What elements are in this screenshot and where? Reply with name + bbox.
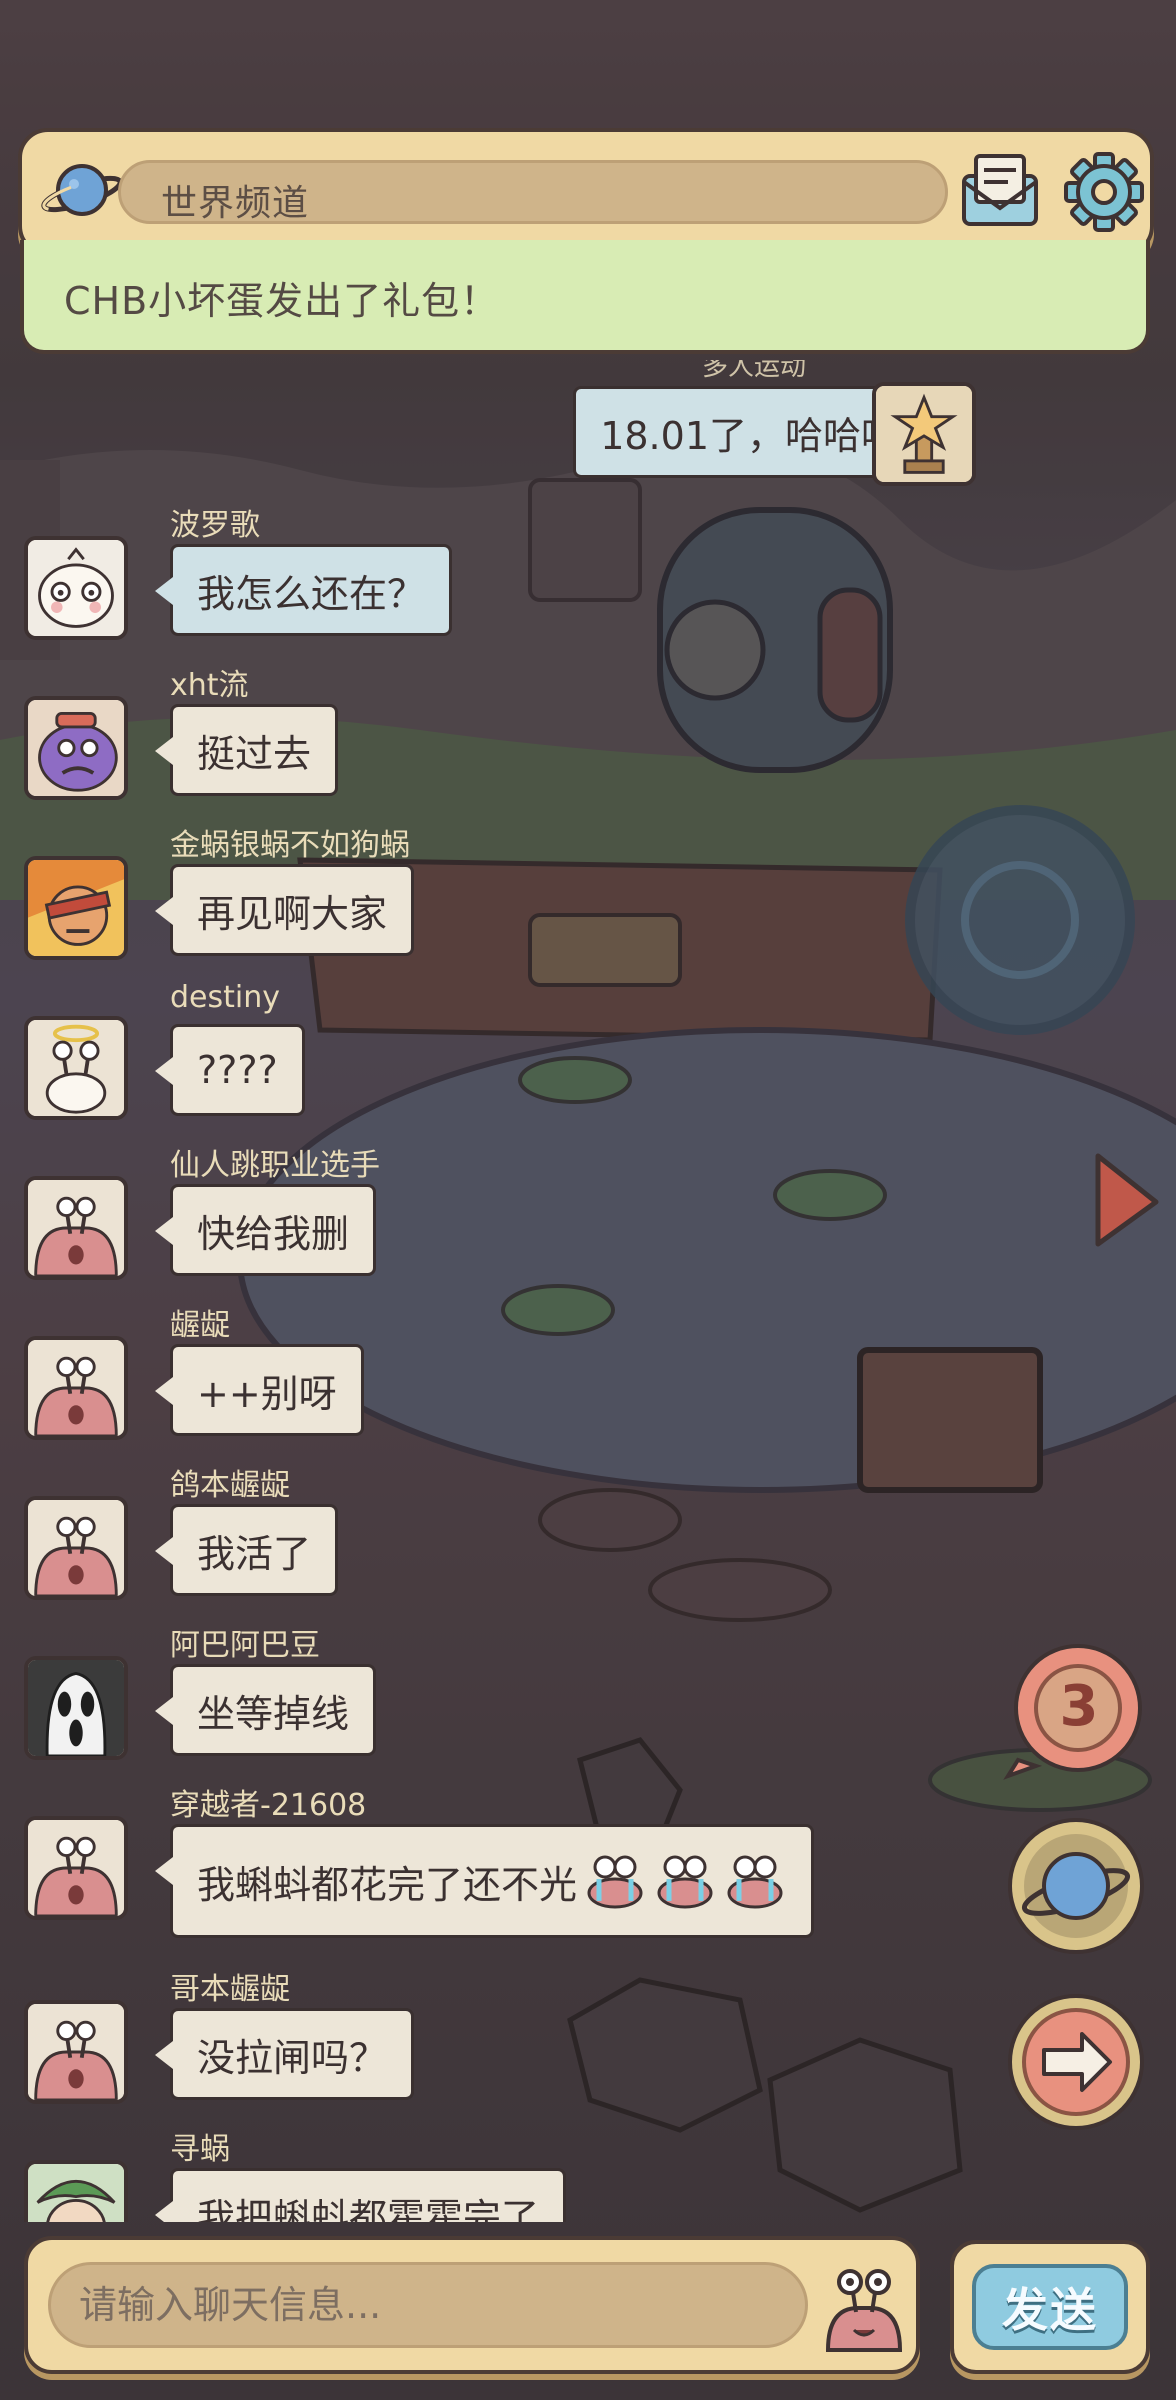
message-text: ???? bbox=[197, 1048, 278, 1092]
chat-message-row: 哥本龌龊 没拉闸吗？ bbox=[0, 1964, 1176, 2124]
message-bubble[interactable]: 没拉闸吗？ bbox=[154, 2008, 415, 2100]
sender-name: 寻蜗 bbox=[170, 2132, 230, 2167]
avatar[interactable] bbox=[24, 696, 128, 800]
sender-name: 阿巴阿巴豆 bbox=[170, 1628, 320, 1663]
chat-message-row: 金蜗银蜗不如狗蜗 再见啊大家 bbox=[0, 820, 1176, 980]
message-bubble[interactable]: 挺过去 bbox=[154, 704, 339, 796]
emoji-snail-icon[interactable] bbox=[818, 2258, 910, 2354]
message-bubble[interactable]: 我把蝌蚪都霍霍完了 bbox=[154, 2168, 567, 2223]
chat-message-row: destiny ???? bbox=[0, 980, 1176, 1140]
send-button[interactable]: 发送 bbox=[950, 2240, 1150, 2374]
crying-snail-icon bbox=[723, 1849, 787, 1913]
world-channel-button[interactable] bbox=[1004, 1814, 1148, 1958]
avatar[interactable] bbox=[872, 382, 976, 486]
planet-icon[interactable] bbox=[40, 156, 124, 226]
message-text: 挺过去 bbox=[197, 731, 312, 776]
gift-notice-text: CHB小坏蛋发出了礼包！ bbox=[64, 279, 500, 323]
channel-title: 世界频道 bbox=[161, 183, 310, 224]
avatar[interactable] bbox=[24, 856, 128, 960]
sender-name: 多人运动 bbox=[701, 360, 806, 382]
message-text: 我把蝌蚪都霍霍完了 bbox=[197, 2195, 540, 2223]
self-message-row: 多人运动 18.01了，哈哈哈 bbox=[0, 360, 1176, 500]
chat-message-row: 穿越者-21608 我蝌蚪都花完了还不光 bbox=[0, 1780, 1176, 1960]
sender-name: 波罗歌 bbox=[170, 508, 260, 543]
message-count-bubble[interactable]: 3 bbox=[1000, 1642, 1146, 1782]
chat-message-row: 波罗歌 我怎么还在？ bbox=[0, 500, 1176, 660]
message-text: 快给我删 bbox=[197, 1211, 350, 1256]
message-bubble[interactable]: ++别呀 bbox=[155, 1344, 364, 1436]
send-label: 发送 bbox=[1002, 2283, 1098, 2337]
avatar[interactable] bbox=[24, 1816, 128, 1920]
avatar[interactable] bbox=[24, 1176, 128, 1280]
message-bubble[interactable]: 我活了 bbox=[154, 1504, 339, 1596]
chat-message-row: 鸽本龌龊 我活了 bbox=[0, 1460, 1176, 1620]
message-bubble[interactable]: 我蝌蚪都花完了还不光 bbox=[154, 1824, 815, 1938]
message-text: ++别呀 bbox=[197, 1371, 337, 1416]
play-arrow-icon[interactable] bbox=[1092, 1150, 1162, 1250]
mail-icon[interactable] bbox=[960, 152, 1040, 228]
channel-header: 世界频道 bbox=[18, 128, 1154, 256]
send-button-face: 发送 bbox=[972, 2264, 1128, 2350]
message-text: 没拉闸吗？ bbox=[197, 2035, 388, 2080]
avatar[interactable] bbox=[24, 1336, 128, 1440]
gear-icon[interactable] bbox=[1062, 150, 1146, 234]
avatar[interactable] bbox=[24, 2160, 128, 2222]
message-text: 我怎么还在？ bbox=[197, 571, 426, 616]
avatar[interactable] bbox=[24, 1496, 128, 1600]
message-bubble[interactable]: ???? bbox=[155, 1024, 305, 1116]
sender-name: 龌龊 bbox=[170, 1308, 230, 1343]
message-bubble[interactable]: 再见啊大家 bbox=[154, 864, 415, 956]
message-bubble[interactable]: 坐等掉线 bbox=[154, 1664, 377, 1756]
avatar[interactable] bbox=[24, 536, 128, 640]
sender-name: destiny bbox=[170, 980, 280, 1015]
count-badge: 3 bbox=[1059, 1674, 1099, 1739]
arrow-right-button[interactable] bbox=[1004, 1990, 1148, 2134]
sender-name: 鸽本龌龊 bbox=[170, 1468, 290, 1503]
sender-name: xht流 bbox=[170, 668, 249, 703]
message-text: 我活了 bbox=[197, 1531, 312, 1576]
message-bubble[interactable]: 我怎么还在？ bbox=[154, 544, 453, 636]
gift-notice-bar[interactable]: CHB小坏蛋发出了礼包！ bbox=[20, 240, 1150, 354]
message-text: 我蝌蚪都花完了还不光 bbox=[197, 1862, 578, 1907]
message-bubble[interactable]: 快给我删 bbox=[154, 1184, 377, 1276]
avatar[interactable] bbox=[24, 1656, 128, 1760]
avatar[interactable] bbox=[24, 2000, 128, 2104]
chat-input-bar bbox=[24, 2236, 920, 2374]
chat-message-row: 龌龊 ++别呀 bbox=[0, 1300, 1176, 1460]
sender-name: 金蜗银蜗不如狗蜗 bbox=[170, 828, 410, 863]
chat-list[interactable]: 多人运动 18.01了，哈哈哈 波罗歌 我怎么还在？ xht流 挺过去 金蜗银蜗… bbox=[0, 360, 1176, 2222]
sender-name: 哥本龌龊 bbox=[170, 1972, 290, 2007]
sender-name: 穿越者-21608 bbox=[170, 1788, 367, 1823]
sender-name: 仙人跳职业选手 bbox=[170, 1148, 380, 1183]
channel-title-bar[interactable]: 世界频道 bbox=[118, 160, 948, 224]
message-text: 再见啊大家 bbox=[197, 891, 388, 936]
chat-message-row: 仙人跳职业选手 快给我删 bbox=[0, 1140, 1176, 1300]
message-text: 坐等掉线 bbox=[197, 1691, 350, 1736]
chat-message-row: xht流 挺过去 bbox=[0, 660, 1176, 820]
chat-message-row: 寻蜗 我把蝌蚪都霍霍完了 bbox=[0, 2124, 1176, 2222]
chat-input[interactable] bbox=[48, 2262, 808, 2348]
message-text: 18.01了，哈哈哈 bbox=[600, 413, 899, 458]
crying-snail-icon bbox=[653, 1849, 717, 1913]
crying-snail-icon bbox=[583, 1849, 647, 1913]
avatar[interactable] bbox=[24, 1016, 128, 1120]
